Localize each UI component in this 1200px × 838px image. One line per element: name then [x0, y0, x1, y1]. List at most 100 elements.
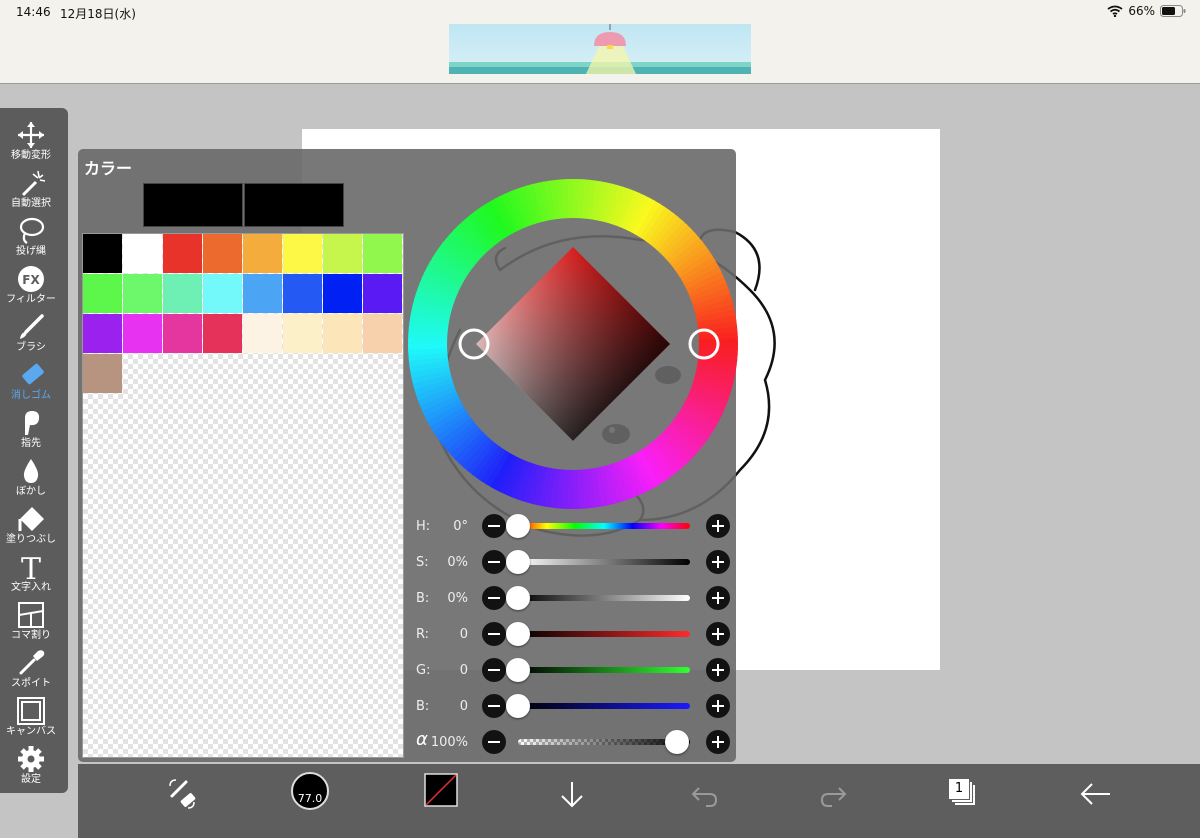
- fx-icon: FX: [18, 266, 44, 292]
- gear-icon: [18, 746, 44, 772]
- left-toolbar: 移動変形 自動選択 投げ縄 FX フィルター ブラシ 消しゴム 指先 ぼかし 塗…: [0, 108, 68, 793]
- bottom-bar: 77.0 1: [78, 764, 1200, 838]
- tool-lasso[interactable]: 投げ縄: [0, 212, 62, 260]
- brush-size-icon[interactable]: 77.0: [291, 772, 329, 810]
- green-slider-knob[interactable]: [506, 658, 530, 682]
- palette-swatch[interactable]: [203, 314, 242, 353]
- slider-row-blue: B: 0: [408, 691, 734, 721]
- blue-increase-button[interactable]: [706, 694, 730, 718]
- tool-brush[interactable]: ブラシ: [0, 308, 62, 356]
- saturation-decrease-button[interactable]: [482, 550, 506, 574]
- palette-swatch[interactable]: [243, 234, 282, 273]
- fill-bucket-icon: [18, 507, 44, 531]
- tool-auto-select[interactable]: 自動選択: [0, 164, 62, 212]
- slider-row-red: R: 0: [408, 619, 734, 649]
- palette-swatch[interactable]: [83, 274, 122, 313]
- saturation-slider-track[interactable]: [518, 559, 690, 565]
- palette-swatch[interactable]: [363, 274, 402, 313]
- tool-canvas[interactable]: キャンバス: [0, 692, 62, 740]
- slider-row-hue: H: 0°: [408, 511, 734, 541]
- tool-text[interactable]: T 文字入れ: [0, 548, 62, 596]
- svg-text:FX: FX: [22, 273, 40, 287]
- color-preview-icon[interactable]: [424, 773, 458, 807]
- palette-swatch[interactable]: [283, 314, 322, 353]
- palette-swatch[interactable]: [243, 314, 282, 353]
- blur-drop-icon: [23, 459, 39, 483]
- palette-swatch[interactable]: [83, 314, 122, 353]
- palette-swatch[interactable]: [83, 234, 122, 273]
- undo-icon[interactable]: [684, 774, 724, 814]
- blue-slider-knob[interactable]: [506, 694, 530, 718]
- palette-swatch[interactable]: [203, 274, 242, 313]
- swap-tool-icon[interactable]: [162, 774, 202, 814]
- palette-swatch[interactable]: [123, 314, 162, 353]
- tool-label: スポイト: [11, 678, 51, 689]
- palette-swatch[interactable]: [83, 354, 122, 393]
- palette-swatch[interactable]: [283, 274, 322, 313]
- tool-label: 投げ縄: [16, 246, 46, 257]
- magic-wand-icon: [21, 170, 46, 197]
- palette-swatch[interactable]: [323, 274, 362, 313]
- brightness-slider-track[interactable]: [518, 595, 690, 601]
- green-increase-button[interactable]: [706, 658, 730, 682]
- previous-color-preview[interactable]: [244, 183, 344, 227]
- tool-finger[interactable]: 指先: [0, 404, 62, 452]
- palette-swatch[interactable]: [323, 234, 362, 273]
- brightness-increase-button[interactable]: [706, 586, 730, 610]
- hue-slider-track[interactable]: [518, 523, 690, 529]
- saturation-increase-button[interactable]: [706, 550, 730, 574]
- brightness-decrease-button[interactable]: [482, 586, 506, 610]
- palette-swatch[interactable]: [123, 274, 162, 313]
- palette-swatch[interactable]: [203, 234, 242, 273]
- alpha-increase-button[interactable]: [706, 730, 730, 754]
- eraser-icon: [22, 363, 44, 385]
- tool-fill[interactable]: 塗りつぶし: [0, 500, 62, 548]
- tool-eyedropper[interactable]: スポイト: [0, 644, 62, 692]
- palette-swatch[interactable]: [163, 314, 202, 353]
- palette-swatch[interactable]: [123, 234, 162, 273]
- redo-icon[interactable]: [814, 774, 854, 814]
- slider-label: S:: [416, 555, 429, 570]
- red-slider-knob[interactable]: [506, 622, 530, 646]
- slider-value: 0: [459, 627, 468, 642]
- brush-size-value: 77.0: [297, 792, 323, 805]
- palette-swatch[interactable]: [283, 234, 322, 273]
- brightness-slider-knob[interactable]: [506, 586, 530, 610]
- current-color-preview[interactable]: [143, 183, 243, 227]
- slider-value: 0%: [447, 555, 468, 570]
- tool-label: 設定: [21, 774, 41, 785]
- saturation-slider-knob[interactable]: [506, 550, 530, 574]
- tool-filter[interactable]: FX フィルター: [0, 260, 62, 308]
- blue-slider-track[interactable]: [518, 703, 690, 709]
- palette-swatch[interactable]: [243, 274, 282, 313]
- red-slider-track[interactable]: [518, 631, 690, 637]
- red-increase-button[interactable]: [706, 622, 730, 646]
- red-decrease-button[interactable]: [482, 622, 506, 646]
- green-slider-track[interactable]: [518, 667, 690, 673]
- blue-decrease-button[interactable]: [482, 694, 506, 718]
- tool-settings[interactable]: 設定: [0, 740, 62, 788]
- green-decrease-button[interactable]: [482, 658, 506, 682]
- slider-row-green: G: 0: [408, 655, 734, 685]
- layers-icon[interactable]: 1: [946, 776, 980, 810]
- tool-blur[interactable]: ぼかし: [0, 452, 62, 500]
- color-wheel[interactable]: [408, 179, 738, 509]
- hue-decrease-button[interactable]: [482, 514, 506, 538]
- hue-increase-button[interactable]: [706, 514, 730, 538]
- tool-panel-divide[interactable]: コマ割り: [0, 596, 62, 644]
- hue-slider-knob[interactable]: [506, 514, 530, 538]
- back-arrow-icon[interactable]: [1076, 774, 1116, 814]
- tool-label: ぼかし: [16, 486, 46, 497]
- palette-swatch[interactable]: [363, 234, 402, 273]
- palette-swatch[interactable]: [163, 234, 202, 273]
- palette-swatch[interactable]: [363, 314, 402, 353]
- download-arrow-icon[interactable]: [552, 774, 592, 814]
- slider-value: 0: [459, 663, 468, 678]
- tool-label: 移動変形: [11, 150, 51, 161]
- alpha-slider-knob[interactable]: [665, 730, 689, 754]
- palette-swatch[interactable]: [323, 314, 362, 353]
- alpha-decrease-button[interactable]: [482, 730, 506, 754]
- tool-move-transform[interactable]: 移動変形: [0, 116, 62, 164]
- palette-swatch[interactable]: [163, 274, 202, 313]
- tool-eraser[interactable]: 消しゴム: [0, 356, 62, 404]
